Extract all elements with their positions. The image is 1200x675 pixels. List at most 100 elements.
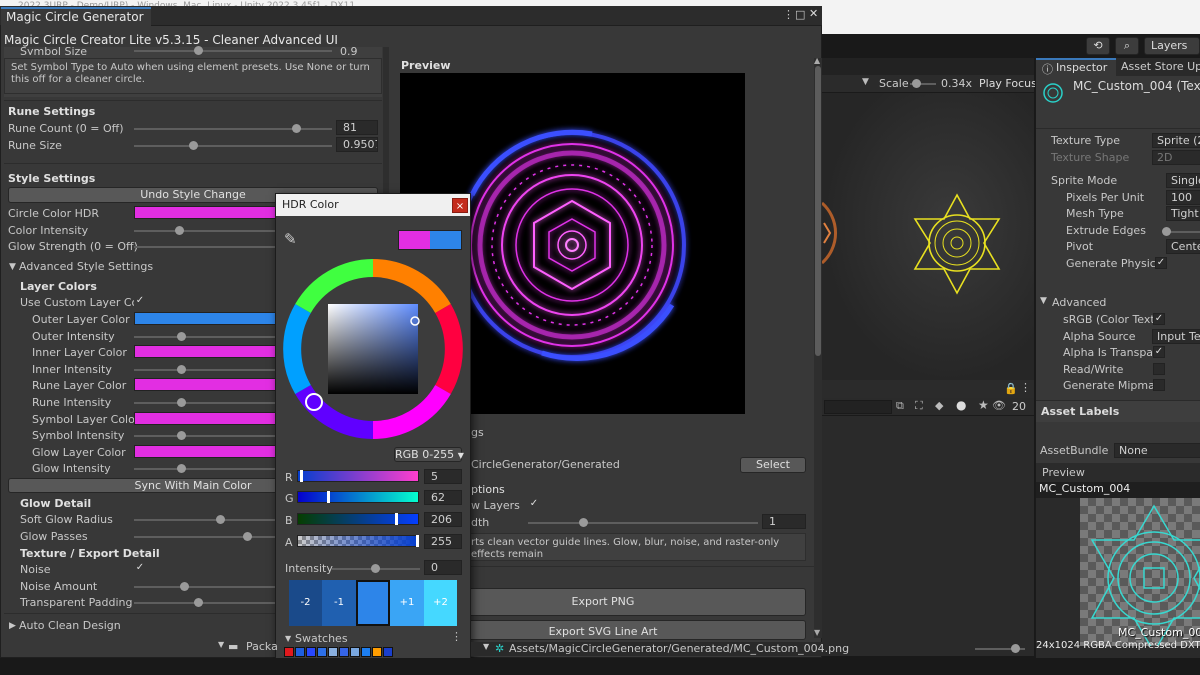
preview-tab[interactable]: Preview: [1042, 466, 1085, 479]
noise-amount-slider[interactable]: [134, 582, 276, 591]
color-swatch[interactable]: [350, 647, 360, 657]
noise-checkbox[interactable]: ✓: [134, 563, 146, 575]
scroll-up-icon[interactable]: ▲: [814, 56, 820, 65]
b-slider[interactable]: [297, 513, 419, 525]
generate-mipmap-checkbox[interactable]: [1153, 379, 1165, 391]
line-width-knob[interactable]: [579, 518, 588, 527]
layer-color-swatch[interactable]: [134, 444, 278, 458]
new-color-swatch[interactable]: [430, 231, 461, 249]
glow-strength-slider[interactable]: [134, 246, 276, 248]
intensity-preset-current[interactable]: [356, 580, 390, 626]
soft-glow-slider[interactable]: [134, 515, 276, 524]
eyedropper-icon[interactable]: ✎: [284, 230, 297, 248]
extrude-edges-slider[interactable]: [1162, 227, 1200, 236]
color-swatch[interactable]: [361, 647, 371, 657]
transparent-padding-knob[interactable]: [194, 598, 203, 607]
rune-size-knob[interactable]: [189, 141, 198, 150]
star-icon[interactable]: ★: [978, 398, 989, 412]
layer-intensity-slider[interactable]: [134, 398, 276, 407]
pixels-per-unit-field[interactable]: 100: [1166, 190, 1200, 205]
auto-clean-foldout[interactable]: Auto Clean Design: [19, 619, 121, 632]
close-icon[interactable]: ✕: [809, 7, 818, 20]
noise-amount-knob[interactable]: [180, 582, 189, 591]
g-field[interactable]: 62: [424, 490, 462, 505]
generate-physics-checkbox[interactable]: ✓: [1155, 257, 1167, 269]
rune-count-knob[interactable]: [292, 124, 301, 133]
b-field[interactable]: 206: [424, 512, 462, 527]
read-write-checkbox[interactable]: [1153, 363, 1165, 375]
color-swatch[interactable]: [284, 647, 294, 657]
layer-color-swatch[interactable]: [134, 411, 278, 425]
history-button[interactable]: ⟲: [1086, 37, 1110, 55]
color-swatch[interactable]: [339, 647, 349, 657]
color-swatch[interactable]: [383, 647, 393, 657]
rune-size-field[interactable]: 0.9507: [336, 137, 378, 152]
advanced-style-foldout[interactable]: Advanced Style Settings: [19, 260, 153, 273]
play-focus-dropdown[interactable]: Play Focus: [979, 77, 1037, 90]
intensity-field[interactable]: 0: [424, 560, 462, 575]
advanced-foldout[interactable]: Advanced: [1052, 296, 1106, 309]
transparent-padding-slider[interactable]: [134, 598, 276, 607]
intensity-preset-plus2[interactable]: +2: [424, 580, 457, 626]
color-mode-dropdown[interactable]: RGB 0-255 ▼: [394, 447, 464, 462]
scale-slider[interactable]: [910, 79, 936, 88]
scroll-down-icon[interactable]: ▼: [814, 628, 820, 637]
lock-icon[interactable]: 🔒: [1004, 382, 1018, 395]
alpha-source-dropdown[interactable]: Input Tex: [1152, 329, 1200, 344]
r-handle[interactable]: [300, 470, 303, 482]
visibility-icon[interactable]: 👁: [992, 399, 1006, 412]
layer-intensity-knob[interactable]: [177, 331, 186, 341]
layer-intensity-slider[interactable]: [134, 431, 276, 441]
show-layers-checkbox[interactable]: ✓: [528, 499, 540, 511]
layer-color-swatch[interactable]: [134, 312, 278, 325]
g-slider[interactable]: [297, 491, 419, 503]
warning-icon[interactable]: ●: [956, 398, 966, 412]
expand-arrow-icon[interactable]: ▼: [285, 634, 291, 643]
intensity-preset-minus2[interactable]: -2: [289, 580, 322, 626]
intensity-preset-minus1[interactable]: -1: [322, 580, 356, 626]
intensity-knob[interactable]: [371, 564, 380, 573]
rune-count-slider[interactable]: [134, 124, 332, 133]
hdr-close-button[interactable]: ×: [452, 198, 468, 213]
type-filter-icon[interactable]: ⛶: [915, 399, 923, 413]
asset-bundle-dropdown[interactable]: None: [1114, 443, 1200, 458]
intensity-slider[interactable]: [332, 564, 420, 573]
layers-dropdown[interactable]: Layers: [1144, 37, 1200, 55]
layer-color-swatch[interactable]: [134, 345, 278, 359]
tab-asset-store[interactable]: Asset Store Uplo: [1116, 58, 1200, 76]
expand-arrow-icon[interactable]: ▶: [9, 621, 16, 631]
color-intensity-slider[interactable]: [134, 226, 276, 235]
more-menu-icon[interactable]: ⋮: [783, 8, 794, 21]
chevron-down-icon[interactable]: ▼: [862, 77, 869, 87]
layer-intensity-slider[interactable]: [134, 331, 276, 341]
r-slider[interactable]: [297, 470, 419, 482]
filter-icon[interactable]: ⧉: [896, 399, 904, 413]
tab-inspector[interactable]: ⓘ Inspector: [1036, 58, 1116, 76]
line-width-slider[interactable]: [528, 518, 758, 527]
packages-folder[interactable]: ▼ ▬ Packa: [218, 640, 278, 654]
more-menu-icon[interactable]: ⋮: [1020, 381, 1031, 394]
color-swatch[interactable]: [306, 647, 316, 657]
layer-intensity-knob[interactable]: [177, 364, 186, 374]
more-menu-icon[interactable]: ⋮: [451, 630, 462, 643]
project-zoom-knob[interactable]: [1011, 644, 1020, 653]
expand-arrow-icon[interactable]: ▼: [9, 262, 16, 272]
texture-type-dropdown[interactable]: Sprite (2D: [1152, 133, 1200, 148]
color-swatch[interactable]: [295, 647, 305, 657]
layer-intensity-knob[interactable]: [177, 398, 186, 407]
color-swatch[interactable]: [328, 647, 338, 657]
scale-knob[interactable]: [912, 79, 921, 88]
project-zoom-slider[interactable]: [975, 644, 1025, 653]
b-handle[interactable]: [395, 513, 398, 525]
mesh-type-dropdown[interactable]: Tight: [1166, 206, 1200, 221]
expand-arrow-icon[interactable]: ▼: [1040, 296, 1047, 306]
glow-passes-knob[interactable]: [243, 532, 252, 541]
extrude-knob[interactable]: [1162, 227, 1171, 236]
intensity-preset-plus1[interactable]: +1: [390, 580, 424, 626]
right-scrollbar[interactable]: ▲ ▼: [814, 56, 822, 638]
color-wheel[interactable]: [281, 257, 465, 441]
layer-color-swatch[interactable]: [134, 378, 278, 392]
maximize-icon[interactable]: □: [795, 8, 805, 21]
srgb-checkbox[interactable]: ✓: [1153, 313, 1165, 325]
a-slider[interactable]: [297, 535, 419, 547]
